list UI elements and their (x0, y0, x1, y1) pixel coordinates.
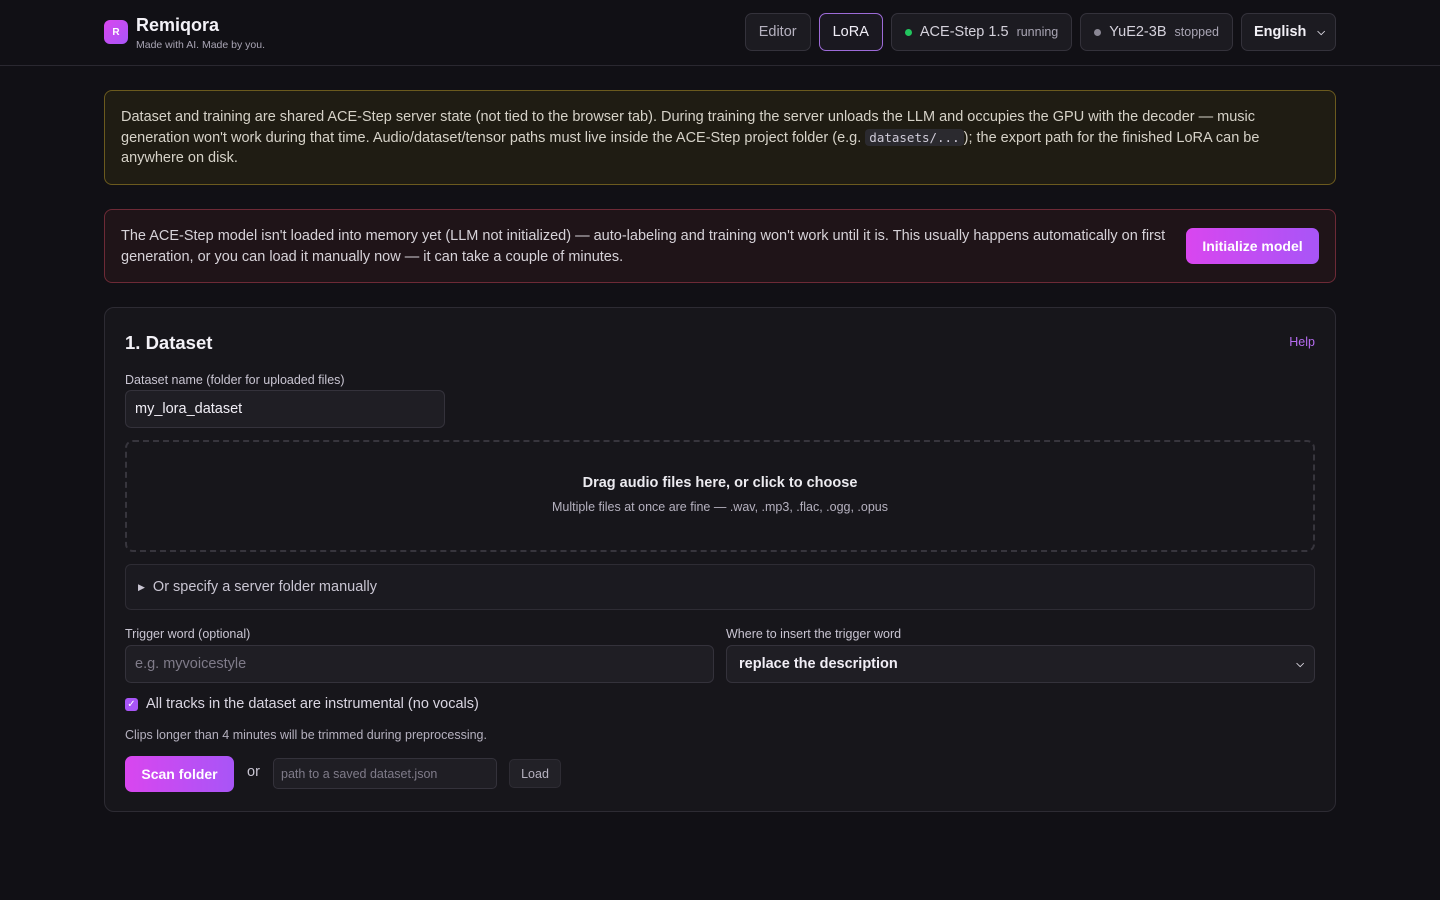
initialize-model-button[interactable]: Initialize model (1186, 228, 1319, 264)
dropzone-subtitle: Multiple files at once are fine — .wav, … (551, 500, 889, 514)
service-yue[interactable]: YuE2-3B stopped (1080, 13, 1233, 51)
app-logo: R (104, 20, 128, 44)
service-state: running (1016, 25, 1059, 39)
alert-text: The ACE-Step model isn't loaded into mem… (121, 228, 1166, 265)
instrumental-checkbox[interactable]: ✓ (125, 697, 138, 711)
trigger-word-label: Trigger word (optional) (125, 627, 251, 641)
language-select[interactable]: English ⌵ (1241, 13, 1336, 51)
dataset-panel: 1. Dataset Help Dataset name (folder for… (104, 307, 1336, 812)
top-bar: R Remiqora Made with AI. Made by you. Ed… (0, 0, 1440, 66)
load-button[interactable]: Load (509, 759, 561, 788)
dataset-json-path-input[interactable]: path to a saved dataset.json (273, 758, 497, 789)
instrumental-option: ✓ All tracks in the dataset are instrume… (125, 696, 479, 712)
status-dot-icon (904, 28, 912, 36)
app-tagline: Made with AI. Made by you. (136, 39, 265, 51)
tab-lora[interactable]: LoRA (818, 13, 883, 51)
trim-note: Clips longer than 4 minutes will be trim… (125, 728, 487, 742)
help-link[interactable]: Help (1289, 335, 1315, 349)
trigger-position-select[interactable]: replace the description ⌵ (726, 645, 1315, 683)
server-folder-label: Or specify a server folder manually (152, 579, 377, 595)
service-name: YuE2-3B (1109, 24, 1167, 40)
model-not-loaded-alert: The ACE-Step model isn't loaded into mem… (104, 209, 1336, 283)
dataset-name-input[interactable]: my_lora_dataset (125, 390, 445, 428)
service-name: ACE-Step 1.5 (919, 24, 1009, 40)
chevron-down-icon: ⌵ (1296, 658, 1304, 670)
service-ace-step[interactable]: ACE-Step 1.5 running (890, 13, 1073, 51)
instrumental-label: All tracks in the dataset are instrument… (146, 696, 479, 712)
service-state: stopped (1174, 25, 1219, 39)
tab-editor[interactable]: Editor (744, 13, 811, 51)
trigger-word-input[interactable]: e.g. myvoicestyle (125, 645, 714, 683)
trigger-position-value: replace the description (739, 656, 898, 672)
audio-dropzone[interactable]: Drag audio files here, or click to choos… (125, 440, 1315, 552)
section-title: 1. Dataset (125, 332, 213, 353)
app-name: Remiqora (136, 15, 220, 35)
expand-triangle-icon: ▶ (138, 581, 145, 592)
shared-state-warning: Dataset and training are shared ACE-Step… (104, 90, 1336, 185)
top-nav: Editor LoRA ACE-Step 1.5 running YuE2-3B… (744, 13, 1336, 51)
dataset-name-label: Dataset name (folder for uploaded files) (125, 373, 345, 387)
chevron-down-icon: ⌵ (1317, 26, 1325, 38)
status-dot-icon (1094, 28, 1102, 36)
language-value: English (1254, 24, 1307, 40)
server-folder-toggle[interactable]: ▶ Or specify a server folder manually (125, 564, 1315, 610)
path-example-code: datasets/... (865, 128, 964, 146)
trigger-position-label: Where to insert the trigger word (726, 627, 902, 641)
brand-text: Remiqora Made with AI. Made by you. (136, 14, 265, 51)
dropzone-title: Drag audio files here, or click to choos… (582, 475, 858, 491)
scan-folder-button[interactable]: Scan folder (125, 756, 234, 792)
brand: R Remiqora Made with AI. Made by you. (104, 14, 265, 51)
or-separator: or (247, 764, 260, 780)
